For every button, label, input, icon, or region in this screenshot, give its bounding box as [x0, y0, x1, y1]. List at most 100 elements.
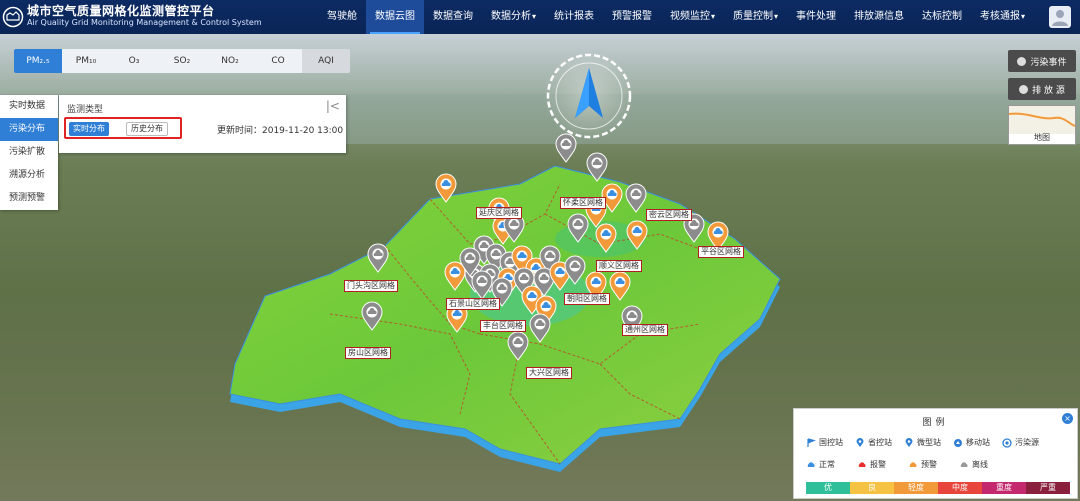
legend-station-item: 移动站 — [953, 437, 990, 448]
distribution-toggle-group: 实时分布 历史分布 — [64, 117, 182, 139]
district-label-fengtai[interactable]: 丰台区网格 — [480, 320, 526, 332]
history-distribution-button[interactable]: 历史分布 — [126, 122, 168, 136]
district-label-chaoyang[interactable]: 朝阳区网格 — [564, 293, 610, 305]
district-label-shunyi[interactable]: 顺义区网格 — [596, 260, 642, 272]
nav-item-5[interactable]: 预警报警 — [603, 0, 661, 34]
logo-title: 城市空气质量网格化监测管控平台 — [27, 4, 215, 18]
district-label-huairou[interactable]: 怀柔区网格 — [560, 197, 606, 209]
emission-source-label: 排 放 源 — [1032, 85, 1065, 96]
legend-status-label: 正常 — [819, 460, 835, 469]
station-pin — [507, 331, 529, 361]
nav-item-label: 事件处理 — [796, 11, 837, 22]
logo[interactable]: 城市空气质量网格化监测管控平台 Air Quality Grid Monitor… — [0, 2, 262, 32]
nav-item-8[interactable]: 事件处理 — [787, 0, 845, 34]
station-pin — [555, 133, 577, 163]
nav-item-0[interactable]: 驾驶舱 — [318, 0, 366, 34]
chevron-down-icon: ▾ — [774, 12, 779, 21]
nav-item-label: 数据分析 — [491, 11, 531, 22]
legend-station-label: 微型站 — [917, 438, 941, 447]
station-pin — [529, 313, 551, 343]
station-pin — [567, 213, 589, 243]
station-pin — [435, 173, 457, 203]
left-menu-item-0[interactable]: 实时数据 — [0, 95, 58, 118]
nav-item-7[interactable]: 质量控制▾ — [724, 0, 787, 34]
nav-item-label: 质量控制 — [733, 11, 774, 22]
pollutant-tab-6[interactable]: AQI — [302, 49, 350, 73]
legend-status-item: 离线 — [959, 459, 988, 470]
station-pin — [564, 255, 586, 285]
pollutant-tab-3[interactable]: SO₂ — [158, 49, 206, 73]
flag-icon — [807, 437, 816, 447]
district-label-yanqing[interactable]: 延庆区网格 — [476, 207, 522, 219]
pollution-event-button[interactable]: 污染事件 — [1008, 50, 1076, 72]
realtime-distribution-button[interactable]: 实时分布 — [69, 122, 109, 136]
legend-station-item: 污染源 — [1002, 437, 1039, 448]
basemap-label: 地图 — [1034, 133, 1050, 142]
legend-aqi-scale: 优良轻度 中度 重度 严重 — [806, 482, 1070, 494]
target-icon — [1002, 437, 1012, 448]
emission-source-button[interactable]: 排 放 源 — [1008, 78, 1076, 100]
aqi-level-2: 轻度 — [894, 482, 938, 494]
nav-item-1[interactable]: 数据云图 — [366, 0, 424, 34]
update-time: 更新时间：2019-11-20 13:00 — [217, 126, 344, 136]
district-label-mentougou[interactable]: 门头沟区网格 — [344, 280, 398, 292]
legend-close-icon[interactable]: × — [1062, 413, 1073, 424]
left-menu-item-1[interactable]: 污染分布 — [0, 118, 58, 141]
nav-item-label: 预警报警 — [612, 11, 653, 22]
monitor-type-panel: 监测类型 |< 实时分布 历史分布 更新时间：2019-11-20 13:00 — [59, 95, 346, 153]
pollutant-tab-5[interactable]: CO — [254, 49, 302, 73]
nav-item-2[interactable]: 数据查询 — [424, 0, 482, 34]
mobile-station-icon — [954, 438, 962, 447]
legend-station-item: 微型站 — [904, 437, 941, 448]
pollutant-tab-1[interactable]: PM₁₀ — [62, 49, 110, 73]
nav-item-10[interactable]: 达标控制 — [913, 0, 971, 34]
legend-status-label: 离线 — [972, 460, 988, 469]
station-pin — [471, 270, 493, 300]
pin-icon — [905, 437, 913, 447]
nav-item-4[interactable]: 统计报表 — [545, 0, 603, 34]
collapse-panel-icon[interactable]: |< — [326, 99, 340, 113]
nav-item-3[interactable]: 数据分析▾ — [482, 0, 545, 34]
aqi-level-4: 重度 — [982, 482, 1026, 494]
left-function-menu: 实时数据 污染分布 污染扩散 溯源分析 预测预警 — [0, 95, 58, 210]
nav-item-6[interactable]: 视频监控▾ — [661, 0, 724, 34]
nav-item-label: 排放源信息 — [854, 11, 905, 22]
user-avatar[interactable] — [1049, 6, 1071, 28]
cloud-icon — [858, 461, 866, 467]
main-nav: 驾驶舱 数据云图 数据查询 数据分析▾ 统计报表 预警报警 视频监控▾ 质量控制▾ 事件处理 排放… — [318, 0, 1034, 34]
cloud-icon — [960, 461, 968, 467]
monitor-type-title: 监测类型 — [67, 105, 104, 115]
emission-source-icon — [1019, 84, 1029, 94]
district-label-tongzhou[interactable]: 通州区网格 — [622, 324, 668, 336]
nav-item-9[interactable]: 排放源信息 — [845, 0, 913, 34]
nav-item-11[interactable]: 考核通报▾ — [971, 0, 1034, 34]
cloud-icon — [807, 461, 815, 467]
cloud-icon — [909, 461, 917, 467]
pollutant-tab-4[interactable]: NO₂ — [206, 49, 254, 73]
district-label-pinggu[interactable]: 平谷区网格 — [698, 246, 744, 258]
aqi-level-3: 中度 — [938, 482, 982, 494]
nav-item-label: 数据查询 — [433, 11, 473, 22]
nav-item-label: 视频监控 — [670, 11, 711, 22]
pollutant-tab-2[interactable]: O₃ — [110, 49, 158, 73]
legend-station-item: 省控站 — [855, 437, 892, 448]
left-menu-item-3[interactable]: 溯源分析 — [0, 164, 58, 187]
chevron-down-icon: ▾ — [532, 12, 537, 21]
pollutant-tabs: PM₂.₅ PM₁₀ O₃ SO₂ NO₂ CO AQI — [14, 49, 350, 73]
district-label-miyun[interactable]: 密云区网格 — [646, 209, 692, 221]
station-pin — [595, 223, 617, 253]
legend-status-label: 报警 — [870, 460, 886, 469]
legend-station-label: 移动站 — [966, 438, 990, 447]
nav-item-label: 统计报表 — [554, 11, 595, 22]
pollution-event-icon — [1017, 56, 1027, 66]
nav-item-label: 达标控制 — [922, 11, 963, 22]
left-menu-item-4[interactable]: 预测预警 — [0, 187, 58, 210]
pollutant-tab-0[interactable]: PM₂.₅ — [14, 49, 62, 73]
legend-status-item: 预警 — [908, 459, 937, 470]
district-label-shijingshan[interactable]: 石景山区网格 — [446, 298, 500, 310]
left-menu-item-2[interactable]: 污染扩散 — [0, 141, 58, 164]
district-label-fangshan[interactable]: 房山区网格 — [345, 347, 391, 359]
district-label-daxing[interactable]: 大兴区网格 — [526, 367, 572, 379]
chevron-down-icon: ▾ — [711, 12, 716, 21]
basemap-switch[interactable]: 地图 — [1008, 105, 1076, 145]
